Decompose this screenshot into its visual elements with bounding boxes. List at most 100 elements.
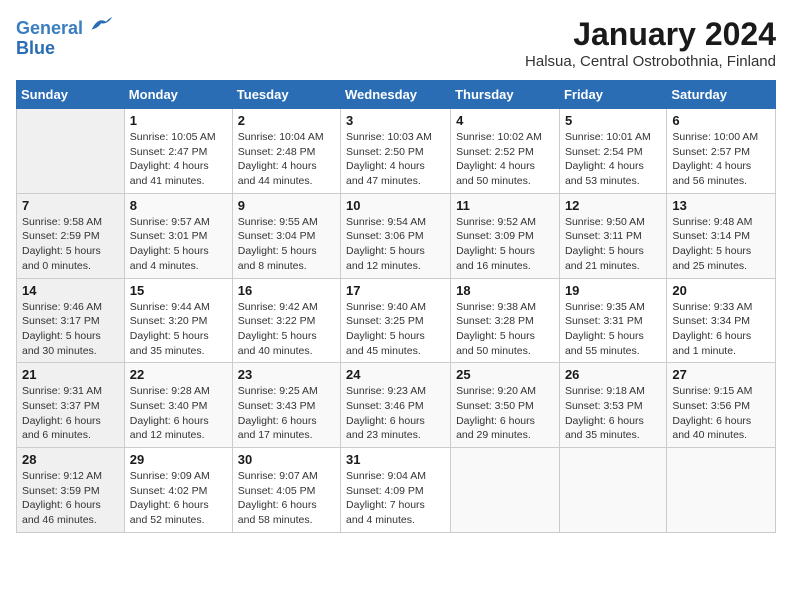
- day-number: 15: [130, 283, 227, 298]
- calendar-cell: 9 Sunrise: 9:55 AM Sunset: 3:04 PM Daylig…: [232, 193, 340, 278]
- day-info: Sunrise: 9:23 AM Sunset: 3:46 PM Dayligh…: [346, 384, 445, 443]
- calendar-cell: 30 Sunrise: 9:07 AM Sunset: 4:05 PM Dayli…: [232, 448, 340, 533]
- calendar-cell: 4 Sunrise: 10:02 AM Sunset: 2:52 PM Dayli…: [451, 109, 560, 194]
- day-info: Sunrise: 9:48 AM Sunset: 3:14 PM Dayligh…: [672, 215, 770, 274]
- day-number: 4: [456, 113, 554, 128]
- day-info: Sunrise: 10:05 AM Sunset: 2:47 PM Daylig…: [130, 130, 227, 189]
- logo-bird-icon: [90, 14, 114, 34]
- day-info: Sunrise: 9:54 AM Sunset: 3:06 PM Dayligh…: [346, 215, 445, 274]
- day-info: Sunrise: 9:20 AM Sunset: 3:50 PM Dayligh…: [456, 384, 554, 443]
- day-number: 7: [22, 198, 119, 213]
- day-info: Sunrise: 9:31 AM Sunset: 3:37 PM Dayligh…: [22, 384, 119, 443]
- calendar-cell: 20Sunrise: 9:33 AM Sunset: 3:34 PM Dayli…: [667, 278, 776, 363]
- weekday-header-tuesday: Tuesday: [232, 81, 340, 109]
- calendar-cell: 15Sunrise: 9:44 AM Sunset: 3:20 PM Dayli…: [124, 278, 232, 363]
- day-number: 12: [565, 198, 661, 213]
- calendar-cell: 6Sunrise: 10:00 AM Sunset: 2:57 PM Dayli…: [667, 109, 776, 194]
- day-info: Sunrise: 10:02 AM Sunset: 2:52 PM Daylig…: [456, 130, 554, 189]
- calendar-cell: 19 Sunrise: 9:35 AM Sunset: 3:31 PM Dayli…: [559, 278, 666, 363]
- weekday-header-sunday: Sunday: [17, 81, 125, 109]
- day-number: 28: [22, 452, 119, 467]
- weekday-header-monday: Monday: [124, 81, 232, 109]
- calendar-cell: 17Sunrise: 9:40 AM Sunset: 3:25 PM Dayli…: [341, 278, 451, 363]
- day-number: 17: [346, 283, 445, 298]
- day-info: Sunrise: 10:03 AM Sunset: 2:50 PM Daylig…: [346, 130, 445, 189]
- calendar-cell: 3 Sunrise: 10:03 AM Sunset: 2:50 PM Dayli…: [341, 109, 451, 194]
- day-number: 25: [456, 367, 554, 382]
- day-number: 30: [238, 452, 335, 467]
- day-number: 9: [238, 198, 335, 213]
- calendar-table: SundayMondayTuesdayWednesdayThursdayFrid…: [16, 80, 776, 533]
- day-number: 31: [346, 452, 445, 467]
- day-info: Sunrise: 9:12 AM Sunset: 3:59 PM Dayligh…: [22, 469, 119, 528]
- calendar-cell: 16 Sunrise: 9:42 AM Sunset: 3:22 PM Dayli…: [232, 278, 340, 363]
- location: Halsua, Central Ostrobothnia, Finland: [525, 53, 776, 70]
- day-info: Sunrise: 9:07 AM Sunset: 4:05 PM Dayligh…: [238, 469, 335, 528]
- weekday-header-thursday: Thursday: [451, 81, 560, 109]
- calendar-cell: 23Sunrise: 9:25 AM Sunset: 3:43 PM Dayli…: [232, 363, 340, 448]
- calendar-cell: 13 Sunrise: 9:48 AM Sunset: 3:14 PM Dayli…: [667, 193, 776, 278]
- day-number: 19: [565, 283, 661, 298]
- day-number: 16: [238, 283, 335, 298]
- week-row-2: 7 Sunrise: 9:58 AM Sunset: 2:59 PM Daylig…: [17, 193, 776, 278]
- day-info: Sunrise: 9:15 AM Sunset: 3:56 PM Dayligh…: [672, 384, 770, 443]
- calendar-cell: 25 Sunrise: 9:20 AM Sunset: 3:50 PM Dayli…: [451, 363, 560, 448]
- day-number: 8: [130, 198, 227, 213]
- day-number: 14: [22, 283, 119, 298]
- day-number: 3: [346, 113, 445, 128]
- calendar-cell: 14 Sunrise: 9:46 AM Sunset: 3:17 PM Dayli…: [17, 278, 125, 363]
- day-info: Sunrise: 9:55 AM Sunset: 3:04 PM Dayligh…: [238, 215, 335, 274]
- day-number: 13: [672, 198, 770, 213]
- logo-general: General: [16, 18, 83, 38]
- calendar-cell: [451, 448, 560, 533]
- weekday-header-wednesday: Wednesday: [341, 81, 451, 109]
- week-row-4: 21Sunrise: 9:31 AM Sunset: 3:37 PM Dayli…: [17, 363, 776, 448]
- week-row-3: 14 Sunrise: 9:46 AM Sunset: 3:17 PM Dayli…: [17, 278, 776, 363]
- calendar-cell: 22Sunrise: 9:28 AM Sunset: 3:40 PM Dayli…: [124, 363, 232, 448]
- calendar-cell: 27 Sunrise: 9:15 AM Sunset: 3:56 PM Dayli…: [667, 363, 776, 448]
- calendar-cell: [17, 109, 125, 194]
- week-row-5: 28 Sunrise: 9:12 AM Sunset: 3:59 PM Dayli…: [17, 448, 776, 533]
- calendar-cell: 26Sunrise: 9:18 AM Sunset: 3:53 PM Dayli…: [559, 363, 666, 448]
- day-info: Sunrise: 10:01 AM Sunset: 2:54 PM Daylig…: [565, 130, 661, 189]
- day-info: Sunrise: 10:00 AM Sunset: 2:57 PM Daylig…: [672, 130, 770, 189]
- day-number: 22: [130, 367, 227, 382]
- day-info: Sunrise: 9:52 AM Sunset: 3:09 PM Dayligh…: [456, 215, 554, 274]
- day-info: Sunrise: 9:18 AM Sunset: 3:53 PM Dayligh…: [565, 384, 661, 443]
- calendar-cell: 29Sunrise: 9:09 AM Sunset: 4:02 PM Dayli…: [124, 448, 232, 533]
- logo-blue: Blue: [16, 38, 55, 58]
- calendar-cell: [667, 448, 776, 533]
- day-info: Sunrise: 9:38 AM Sunset: 3:28 PM Dayligh…: [456, 300, 554, 359]
- day-number: 1: [130, 113, 227, 128]
- day-number: 11: [456, 198, 554, 213]
- day-number: 18: [456, 283, 554, 298]
- day-number: 27: [672, 367, 770, 382]
- weekday-header-friday: Friday: [559, 81, 666, 109]
- day-info: Sunrise: 9:42 AM Sunset: 3:22 PM Dayligh…: [238, 300, 335, 359]
- weekday-header-saturday: Saturday: [667, 81, 776, 109]
- weekday-header-row: SundayMondayTuesdayWednesdayThursdayFrid…: [17, 81, 776, 109]
- day-info: Sunrise: 9:35 AM Sunset: 3:31 PM Dayligh…: [565, 300, 661, 359]
- calendar-cell: 7 Sunrise: 9:58 AM Sunset: 2:59 PM Daylig…: [17, 193, 125, 278]
- calendar-cell: [559, 448, 666, 533]
- day-number: 24: [346, 367, 445, 382]
- day-info: Sunrise: 9:46 AM Sunset: 3:17 PM Dayligh…: [22, 300, 119, 359]
- calendar-cell: 2Sunrise: 10:04 AM Sunset: 2:48 PM Dayli…: [232, 109, 340, 194]
- page-header: General Blue January 2024 Halsua, Centra…: [16, 16, 776, 70]
- day-info: Sunrise: 9:04 AM Sunset: 4:09 PM Dayligh…: [346, 469, 445, 528]
- day-number: 5: [565, 113, 661, 128]
- logo: General Blue: [16, 16, 114, 59]
- calendar-cell: 18 Sunrise: 9:38 AM Sunset: 3:28 PM Dayli…: [451, 278, 560, 363]
- calendar-cell: 28 Sunrise: 9:12 AM Sunset: 3:59 PM Dayli…: [17, 448, 125, 533]
- calendar-cell: 12 Sunrise: 9:50 AM Sunset: 3:11 PM Dayli…: [559, 193, 666, 278]
- day-info: Sunrise: 9:33 AM Sunset: 3:34 PM Dayligh…: [672, 300, 770, 359]
- day-info: Sunrise: 9:50 AM Sunset: 3:11 PM Dayligh…: [565, 215, 661, 274]
- month-title: January 2024: [525, 16, 776, 53]
- day-number: 10: [346, 198, 445, 213]
- day-info: Sunrise: 9:57 AM Sunset: 3:01 PM Dayligh…: [130, 215, 227, 274]
- calendar-cell: 31 Sunrise: 9:04 AM Sunset: 4:09 PM Dayli…: [341, 448, 451, 533]
- day-info: Sunrise: 9:58 AM Sunset: 2:59 PM Dayligh…: [22, 215, 119, 274]
- title-block: January 2024 Halsua, Central Ostrobothni…: [525, 16, 776, 70]
- day-info: Sunrise: 9:09 AM Sunset: 4:02 PM Dayligh…: [130, 469, 227, 528]
- calendar-cell: 5 Sunrise: 10:01 AM Sunset: 2:54 PM Dayli…: [559, 109, 666, 194]
